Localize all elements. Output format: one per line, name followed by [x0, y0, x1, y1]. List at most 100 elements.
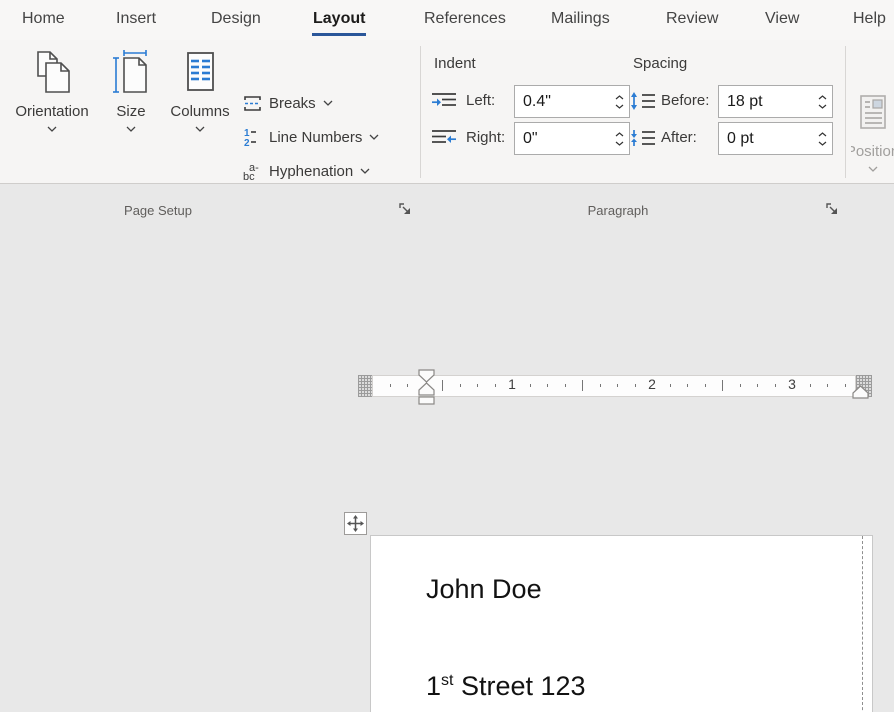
spacing-after-spinner — [812, 123, 832, 154]
line-numbers-icon: 1 2 — [242, 127, 263, 148]
chevron-down-icon — [323, 100, 333, 106]
spacing-before-icon — [630, 91, 656, 111]
spinner-down-icon[interactable] — [615, 141, 624, 146]
position-label: Position — [851, 143, 894, 160]
chevron-down-icon — [47, 126, 57, 132]
chevron-down-icon — [195, 126, 205, 132]
spacing-before-label: Before: — [661, 92, 709, 109]
position-icon — [856, 85, 890, 141]
breaks-icon — [242, 93, 263, 114]
ruler-tick-layer: 1 2 3 — [358, 369, 872, 405]
spacing-after-value: 0 pt — [719, 130, 812, 148]
spinner-down-icon[interactable] — [818, 104, 827, 109]
spinner-up-icon[interactable] — [818, 132, 827, 137]
ruler-tick — [442, 380, 443, 391]
line2-superscript: st — [441, 672, 453, 689]
spinner-down-icon[interactable] — [615, 104, 624, 109]
spacing-after-field[interactable]: 0 pt — [718, 122, 833, 155]
ribbon: Orientation Size — [0, 40, 894, 184]
spacing-section-label: Spacing — [633, 55, 687, 72]
indent-right-value: 0" — [515, 130, 609, 148]
size-label: Size — [116, 103, 145, 120]
tab-insert[interactable]: Insert — [116, 0, 156, 40]
svg-text:bc: bc — [243, 171, 255, 182]
ruler-tick — [810, 384, 811, 387]
ruler-tick — [722, 380, 723, 391]
breaks-button[interactable]: Breaks — [242, 88, 333, 118]
ruler-tick — [407, 384, 408, 387]
hyphenation-icon: a- bc — [242, 161, 263, 182]
hanging-indent-marker[interactable] — [418, 382, 435, 396]
document-page[interactable]: John Doe 1st Street 123 +123456789 — [370, 535, 873, 712]
group-separator — [845, 46, 846, 178]
left-indent-marker[interactable] — [418, 396, 435, 405]
line-numbers-label: Line Numbers — [269, 129, 362, 146]
tab-layout[interactable]: Layout — [313, 0, 365, 40]
spinner-up-icon[interactable] — [615, 132, 624, 137]
ruler-number: 2 — [648, 377, 656, 391]
indent-left-spinner — [609, 86, 629, 117]
tab-references[interactable]: References — [424, 0, 506, 40]
ruler-tick — [670, 384, 671, 387]
spacing-before-field[interactable]: 18 pt — [718, 85, 833, 118]
ruler-tick — [740, 384, 741, 387]
tab-design[interactable]: Design — [211, 0, 261, 40]
line2-rest: Street 123 — [453, 671, 585, 701]
document-text-line[interactable]: 1st Street 123 — [426, 671, 586, 702]
chevron-down-icon — [369, 134, 379, 140]
ruler-tick — [547, 384, 548, 387]
spacing-after-icon — [630, 128, 656, 148]
spacing-before-value: 18 pt — [719, 93, 812, 111]
ruler-number: 3 — [788, 377, 796, 391]
tab-home[interactable]: Home — [22, 0, 65, 40]
document-text-line[interactable]: John Doe — [426, 574, 542, 605]
orientation-button[interactable]: Orientation — [10, 45, 94, 165]
ruler-tick — [705, 384, 706, 387]
indent-right-field[interactable]: 0" — [514, 122, 630, 155]
document-area: 123 John Doe 1st Street 123 + — [0, 185, 894, 712]
hyphenation-button[interactable]: a- bc Hyphenation — [242, 156, 370, 186]
right-indent-marker[interactable] — [852, 385, 869, 399]
orientation-icon — [29, 45, 75, 101]
ruler-tick — [460, 384, 461, 387]
horizontal-ruler: 1 2 3 — [358, 369, 872, 405]
indent-left-icon — [431, 91, 457, 111]
line2-base: 1 — [426, 671, 441, 701]
spinner-up-icon[interactable] — [615, 95, 624, 100]
tab-mailings[interactable]: Mailings — [551, 0, 610, 40]
ribbon-tab-bar: Home Insert Design Layout References Mai… — [0, 0, 894, 40]
columns-icon — [177, 45, 223, 101]
ruler-tick — [757, 384, 758, 387]
ruler-tick — [687, 384, 688, 387]
spinner-up-icon[interactable] — [818, 95, 827, 100]
ruler-tick — [617, 384, 618, 387]
indent-left-field[interactable]: 0.4" — [514, 85, 630, 118]
indent-section-label: Indent — [434, 55, 476, 72]
table-move-handle[interactable] — [344, 512, 367, 535]
size-button[interactable]: Size — [100, 45, 162, 165]
ruler-tick — [582, 380, 583, 391]
ruler-tick — [530, 384, 531, 387]
indent-right-label: Right: — [466, 129, 505, 146]
tab-view[interactable]: View — [765, 0, 799, 40]
orientation-label: Orientation — [15, 103, 88, 120]
line-numbers-button[interactable]: 1 2 Line Numbers — [242, 122, 379, 152]
columns-label: Columns — [170, 103, 229, 120]
ruler-tick — [635, 384, 636, 387]
size-icon — [108, 45, 154, 101]
tab-review[interactable]: Review — [666, 0, 718, 40]
tab-help[interactable]: Help — [853, 0, 886, 40]
columns-button[interactable]: Columns — [166, 45, 234, 165]
ruler-tick — [827, 384, 828, 387]
indent-left-label: Left: — [466, 92, 495, 109]
ruler-tick — [845, 384, 846, 387]
svg-text:2: 2 — [244, 138, 250, 148]
first-line-indent-marker[interactable] — [418, 369, 435, 383]
text-boundary-dashed-line — [862, 536, 863, 712]
ruler-tick — [495, 384, 496, 387]
spinner-down-icon[interactable] — [818, 141, 827, 146]
ruler-tick — [390, 384, 391, 387]
ruler-number: 1 — [508, 377, 516, 391]
ruler-tick — [477, 384, 478, 387]
breaks-label: Breaks — [269, 95, 316, 112]
